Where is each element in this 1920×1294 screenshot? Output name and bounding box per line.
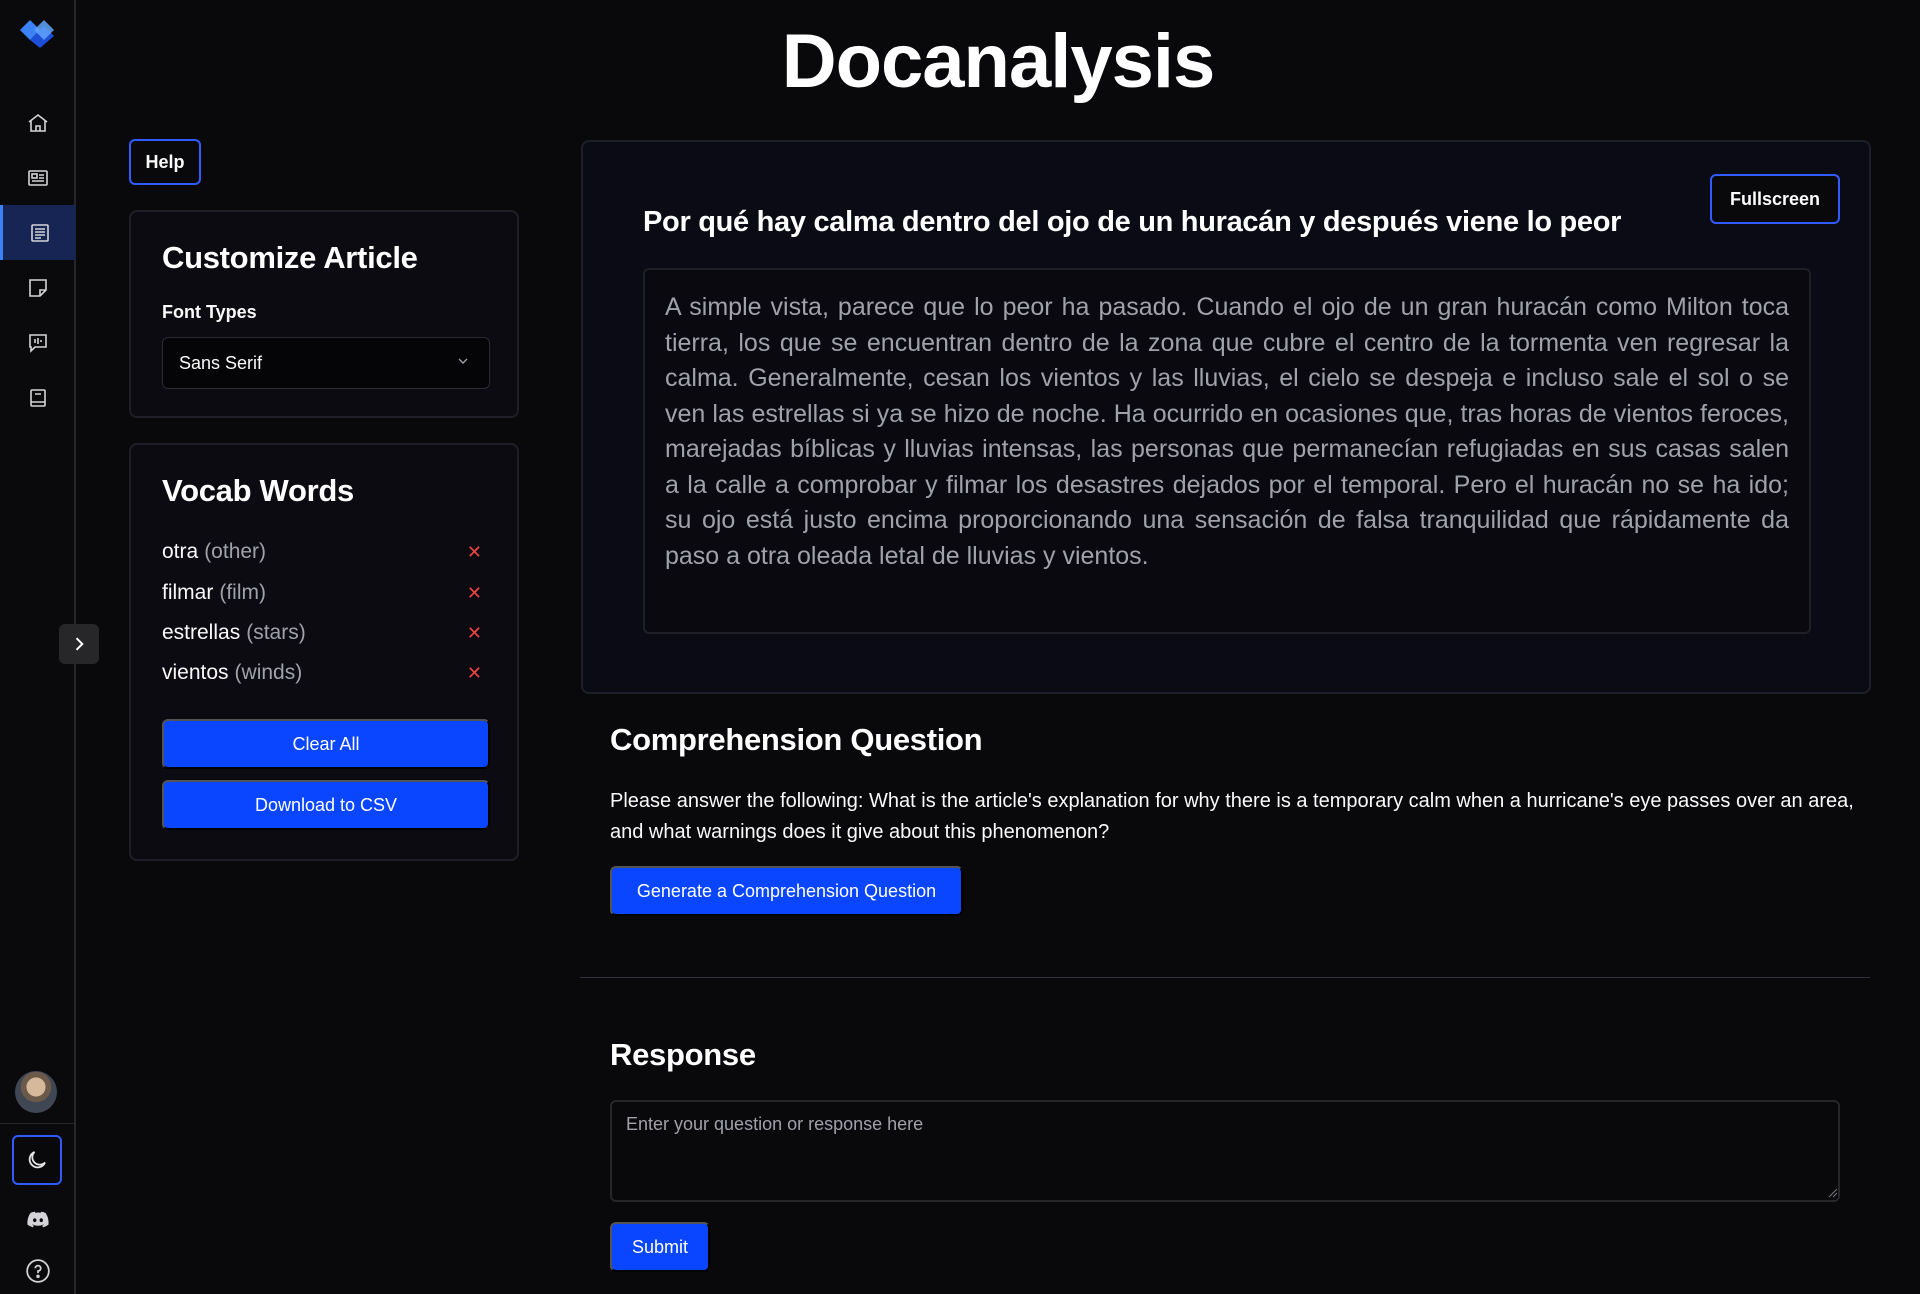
vocab-item: otra (other) ✕ (162, 537, 490, 567)
moon-icon (28, 1151, 46, 1169)
vocab-item: vientos (winds) ✕ (162, 658, 490, 688)
generate-question-button[interactable]: Generate a Comprehension Question (610, 866, 963, 916)
book-icon (30, 388, 46, 407)
nav-news[interactable] (0, 150, 76, 205)
newspaper-icon (28, 169, 48, 186)
customize-title: Customize Article (162, 240, 418, 275)
response-input[interactable] (610, 1100, 1840, 1202)
vocab-word: filmar (162, 581, 214, 604)
font-types-label: Font Types (162, 302, 257, 322)
vocab-item: estrellas (stars) ✕ (162, 618, 490, 648)
home-icon (28, 113, 48, 132)
font-type-value: Sans Serif (179, 352, 263, 373)
nav-conversation[interactable] (0, 315, 76, 370)
vocab-translation: (other) (204, 540, 267, 563)
article-title: Por qué hay calma dentro del ojo de un h… (643, 206, 1622, 238)
theme-toggle-button[interactable] (12, 1135, 62, 1185)
vocab-translation: (winds) (234, 661, 303, 684)
submit-button[interactable]: Submit (610, 1222, 710, 1272)
remove-vocab-icon[interactable]: ✕ (467, 663, 482, 684)
clear-all-button[interactable]: Clear All (162, 719, 490, 769)
comprehension-title: Comprehension Question (610, 722, 983, 757)
chevron-right-icon (75, 637, 84, 651)
article-panel: Fullscreen Por qué hay calma dentro del … (581, 140, 1871, 694)
nav-documents[interactable] (0, 205, 76, 260)
help-circle-icon (26, 1259, 50, 1283)
vocab-word: otra (162, 540, 199, 563)
vocab-words-panel: Vocab Words otra (other) ✕ filmar (film)… (129, 443, 519, 861)
customize-article-panel: Customize Article Font Types Sans Serif (129, 210, 519, 418)
discord-link[interactable] (0, 1200, 76, 1240)
document-icon (30, 223, 49, 242)
rail-divider (0, 1123, 76, 1124)
resize-grip-icon[interactable] (1826, 1186, 1838, 1198)
download-csv-button[interactable]: Download to CSV (162, 780, 490, 830)
remove-vocab-icon[interactable]: ✕ (467, 623, 482, 644)
remove-vocab-icon[interactable]: ✕ (467, 583, 482, 604)
vocab-title: Vocab Words (162, 473, 354, 508)
article-body[interactable]: A simple vista, parece que lo peor ha pa… (643, 268, 1811, 634)
vocab-translation: (film) (219, 581, 266, 604)
vocab-word: estrellas (162, 621, 241, 644)
nav-library[interactable] (0, 370, 76, 425)
section-divider (580, 977, 1870, 978)
chevron-down-icon (458, 358, 468, 364)
help-button[interactable]: Help (129, 139, 201, 185)
user-avatar[interactable] (15, 1071, 57, 1113)
brand-logo-icon[interactable] (16, 14, 58, 50)
response-title: Response (610, 1037, 756, 1072)
vocab-item: filmar (film) ✕ (162, 578, 490, 608)
page-title: Docanalysis (781, 19, 1216, 104)
vocab-translation: (stars) (246, 621, 306, 644)
font-type-select[interactable]: Sans Serif (162, 337, 490, 389)
vocab-word: vientos (162, 661, 229, 684)
remove-vocab-icon[interactable]: ✕ (467, 542, 482, 563)
comprehension-question-text: Please answer the following: What is the… (610, 790, 1854, 843)
nav-notes[interactable] (0, 260, 76, 315)
help-link[interactable] (0, 1251, 76, 1291)
fullscreen-button[interactable]: Fullscreen (1710, 174, 1840, 224)
expand-sidebar-button[interactable] (59, 624, 99, 664)
discord-icon (27, 1211, 49, 1228)
nav-home[interactable] (0, 95, 76, 150)
sticky-note-icon (29, 278, 47, 297)
chat-waveform-icon (29, 333, 47, 353)
